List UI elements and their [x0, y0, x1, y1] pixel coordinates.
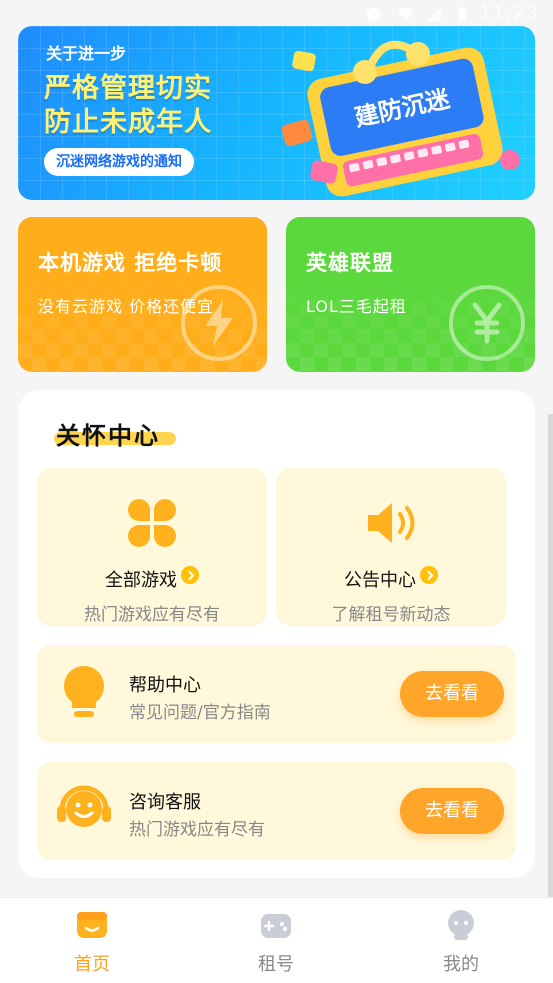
- status-bar: 11:23: [0, 0, 553, 26]
- game-console-illustration: 建防沉迷: [281, 40, 520, 197]
- chevron-right-icon: [420, 566, 438, 584]
- clover-grid-icon: [128, 499, 176, 547]
- help-center-go-button[interactable]: 去看看: [400, 671, 504, 717]
- league-of-legends-card[interactable]: 英雄联盟 LOL三毛起租: [286, 217, 535, 372]
- nav-home[interactable]: 首页: [42, 908, 142, 976]
- all-games-tile[interactable]: 全部游戏 热门游戏应有尽有: [37, 468, 267, 626]
- row-title: 咨询客服: [129, 792, 201, 813]
- customer-service-go-button[interactable]: 去看看: [400, 788, 504, 834]
- yen-icon: [449, 285, 525, 361]
- gamepad-icon: [261, 914, 291, 938]
- banner-headline: 严格管理切实 防止未成年人: [44, 72, 212, 140]
- lightning-icon: [181, 285, 257, 361]
- headset-icon: [57, 785, 111, 827]
- row-title: 帮助中心: [129, 675, 201, 696]
- signal-icon: [367, 8, 381, 22]
- bottom-navigation: 首页 租号 我的: [0, 897, 553, 983]
- chevron-right-icon: [181, 566, 199, 584]
- lightbulb-icon: [64, 666, 104, 717]
- card-title: 英雄联盟: [306, 251, 394, 275]
- nav-profile[interactable]: 我的: [411, 908, 511, 976]
- care-center-title: 关怀中心: [56, 422, 160, 450]
- local-games-card[interactable]: 本机游戏 拒绝卡顿 没有云游戏 价格还便宜: [18, 217, 267, 372]
- banner-notice-pill: 沉迷网络游戏的通知: [44, 148, 194, 176]
- nav-label: 首页: [74, 954, 110, 975]
- help-center-row: 帮助中心 常见问题/官方指南 去看看: [37, 645, 516, 743]
- care-center-panel: 关怀中心 全部游戏 热门游戏应有尽有 公告中心 了解租号新动态 帮助中心 常见问…: [18, 390, 535, 878]
- anti-addiction-banner[interactable]: 关于进一步 严格管理切实 防止未成年人 沉迷网络游戏的通知 建防沉迷: [18, 26, 535, 200]
- speaker-icon: [368, 503, 415, 543]
- tile-label: 全部游戏: [37, 566, 267, 592]
- nav-rent[interactable]: 租号: [226, 908, 326, 976]
- tile-label-text: 全部游戏: [105, 570, 177, 591]
- tile-description: 热门游戏应有尽有: [84, 605, 220, 625]
- cell-signal-icon: [427, 7, 441, 21]
- banner-pretitle: 关于进一步: [46, 44, 127, 63]
- card-title: 本机游戏 拒绝卡顿: [38, 251, 223, 275]
- wifi-icon: [398, 7, 414, 21]
- clock: 11:23: [479, 2, 539, 24]
- banner-headline-line1: 严格管理切实: [44, 73, 212, 104]
- battery-icon: [458, 7, 466, 21]
- tile-label-text: 公告中心: [344, 570, 416, 591]
- tile-label: 公告中心: [276, 566, 506, 592]
- nav-label: 我的: [443, 954, 479, 975]
- home-icon: [77, 912, 107, 938]
- profile-icon: [448, 910, 474, 940]
- banner-headline-line2: 防止未成年人: [44, 107, 212, 138]
- row-description: 常见问题/官方指南: [129, 703, 271, 723]
- row-description: 热门游戏应有尽有: [129, 820, 265, 840]
- tile-description: 了解租号新动态: [331, 605, 451, 625]
- card-subtitle: LOL三毛起租: [306, 297, 407, 316]
- announcement-tile[interactable]: 公告中心 了解租号新动态: [276, 468, 506, 626]
- nav-label: 租号: [258, 954, 294, 975]
- scrollbar[interactable]: [548, 414, 553, 898]
- customer-service-row: 咨询客服 热门游戏应有尽有 去看看: [37, 762, 516, 860]
